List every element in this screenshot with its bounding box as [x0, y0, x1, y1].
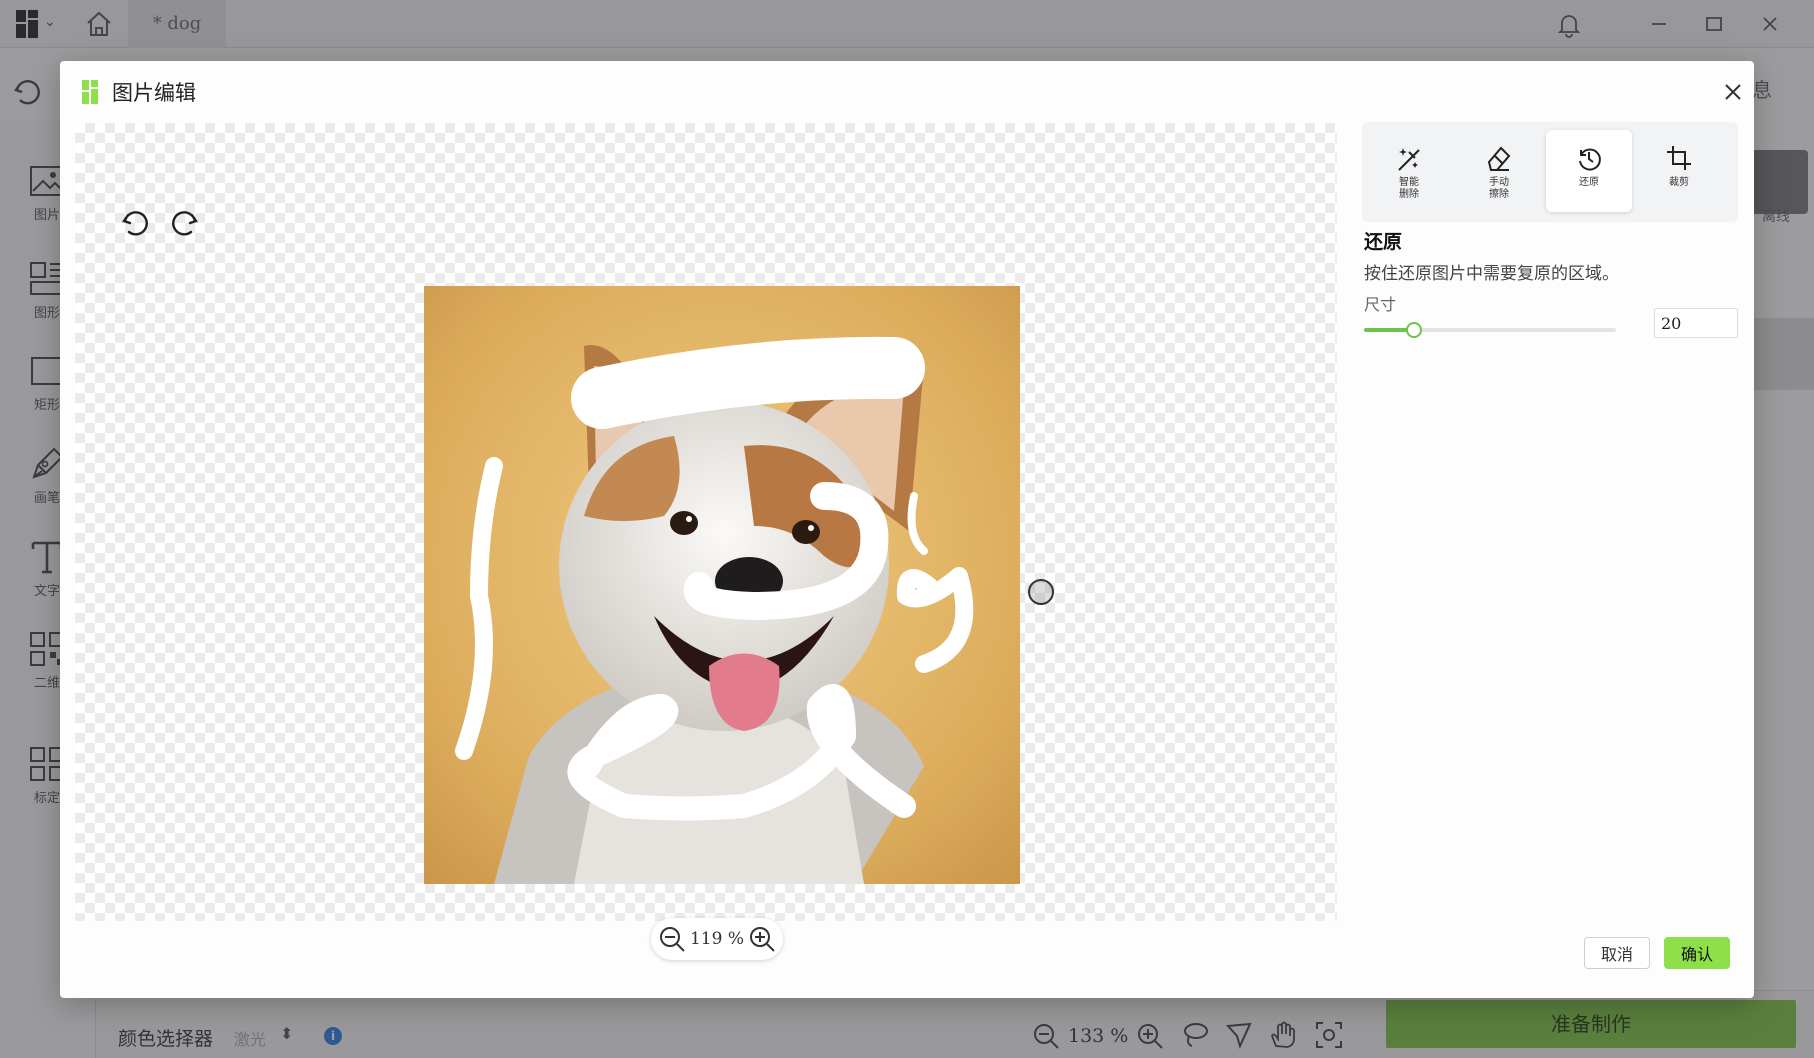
edit-canvas[interactable]: 119 %	[75, 123, 1337, 960]
section-description: 按住还原图片中需要复原的区域。	[1364, 264, 1619, 284]
app-logo-icon	[82, 80, 98, 104]
size-input[interactable]	[1654, 308, 1738, 338]
image-edit-dialog: 图片编辑 119 % 智能 删除 手动 擦除 还原 裁剪 还原 按住还原图片中需…	[60, 61, 1754, 998]
redo-icon[interactable]	[169, 207, 201, 239]
close-icon[interactable]	[1720, 79, 1746, 105]
size-slider[interactable]	[1364, 320, 1616, 340]
tool-label: 裁剪	[1669, 177, 1689, 188]
tool-manual-erase[interactable]: 手动 擦除	[1456, 130, 1542, 212]
confirm-button[interactable]: 确认	[1664, 937, 1730, 969]
restore-icon	[1579, 148, 1601, 171]
crop-icon	[1667, 146, 1691, 170]
tool-crop[interactable]: 裁剪	[1636, 130, 1722, 212]
section-title: 还原	[1364, 231, 1403, 253]
undo-icon[interactable]	[119, 207, 151, 239]
tool-label: 智能 删除	[1399, 177, 1419, 200]
magic-wand-icon	[1398, 148, 1420, 171]
slider-thumb[interactable]	[1406, 322, 1423, 338]
tool-tabs: 智能 删除 手动 擦除 还原 裁剪	[1362, 122, 1738, 222]
tool-smart-delete[interactable]: 智能 删除	[1366, 130, 1452, 212]
size-label: 尺寸	[1364, 295, 1397, 314]
cancel-button[interactable]: 取消	[1584, 937, 1650, 969]
tool-restore[interactable]: 还原	[1546, 130, 1632, 212]
dog-image	[424, 286, 1020, 884]
zoom-value: 119 %	[689, 929, 744, 949]
brush-cursor	[1028, 579, 1054, 605]
zoom-control: 119 %	[651, 918, 783, 960]
tool-label: 手动 擦除	[1489, 177, 1509, 200]
zoom-in-icon[interactable]	[748, 925, 776, 953]
tool-label: 还原	[1579, 177, 1599, 188]
dialog-title: 图片编辑	[112, 81, 196, 105]
eraser-icon	[1487, 146, 1511, 171]
dog-photo[interactable]	[424, 286, 1020, 884]
zoom-out-icon[interactable]	[658, 925, 686, 953]
